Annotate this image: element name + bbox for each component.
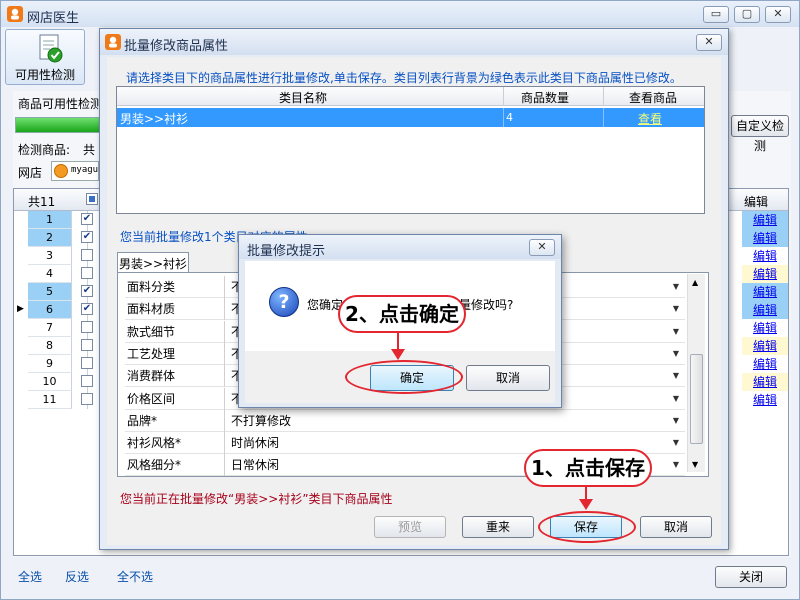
annotation-arrows bbox=[391, 333, 593, 510]
arrow-to-save-icon bbox=[579, 487, 593, 510]
arrow-to-ok-icon bbox=[391, 333, 405, 360]
